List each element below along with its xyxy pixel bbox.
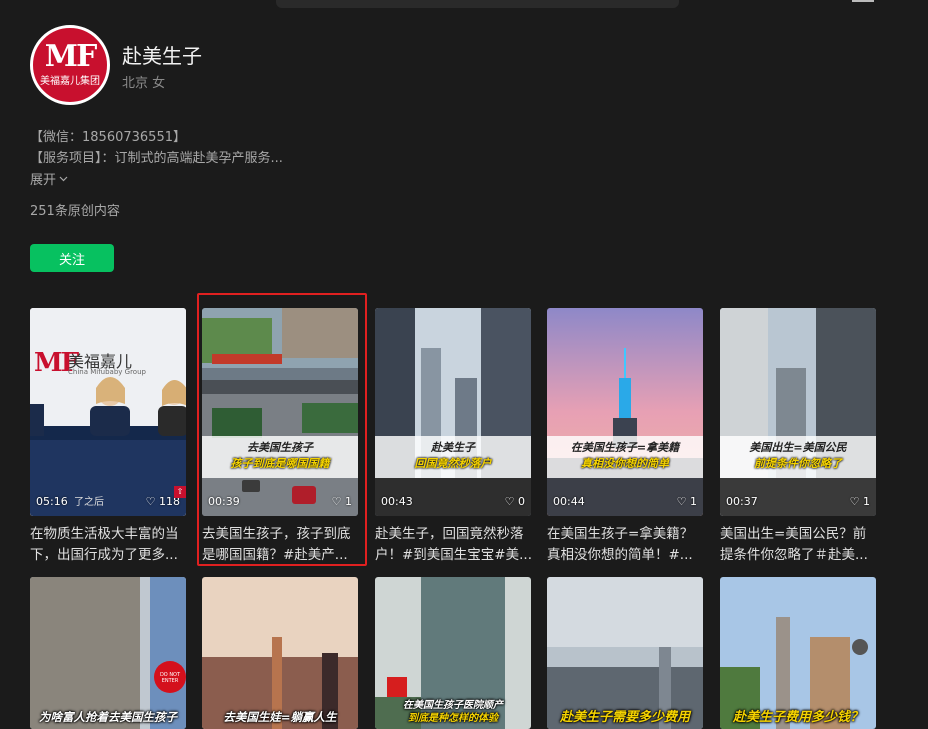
video-caption: 在美国生孩子=拿美籍 真相没你想的简单 [547,436,703,478]
video-likes: ♡ 0 [505,495,525,508]
caption-line1: 美国出生=美国公民 [749,441,847,454]
heart-icon: ♡ [676,495,687,508]
bio-wechat: 【微信：18560736551】 [30,130,186,145]
video-description-line2[interactable]: 下，出国行成为了更多... [30,545,186,566]
heart-icon: ♡ [145,495,156,508]
profile-location-gender: 北京 女 [122,76,166,91]
video-thumbnail[interactable]: 赴美生子需要多少费用 [547,577,703,729]
like-count: 0 [518,495,525,508]
caption-line1: 赴美生子 [431,441,475,454]
video-card[interactable]: 赴美生子 回国竟然秒落户 00:43 ♡ 0 赴美生子，回国竟然秒落 户！#到美… [375,308,531,566]
video-caption: 赴美生子 回国竟然秒落户 [375,436,531,478]
avatar: MF 美福嘉儿集团 [30,25,110,105]
search-bar[interactable] [276,0,679,8]
do-not-enter-sign: DO NOT ENTER [158,672,182,684]
caption-line1: 在美国生孩子=拿美籍 [570,441,680,454]
video-description-line1[interactable]: 赴美生子，回国竟然秒落 [375,524,531,545]
video-thumbnail[interactable]: 在美国生孩子=拿美籍 真相没你想的简单 00:44 ♡ 1 [547,308,703,516]
video-duration: 05:16 [36,495,68,508]
video-card[interactable]: 赴美生子费用多少钱？ [720,577,876,729]
caption-line2: 前提条件你忽略了 [754,457,842,470]
video-caption: 赴美生子需要多少费用 [559,710,690,725]
heart-icon: ♡ [849,495,860,508]
chevron-down-icon [59,176,68,181]
video-thumbnail[interactable]: MF 美福嘉儿 China Mifubaby Group 了之后 05:16 ♡… [30,308,186,516]
video-caption: 为啥富人抢着去美国生孩子 [39,710,177,724]
nyc-skyline-image [202,577,358,729]
share-icon[interactable]: ⇧ [174,486,186,498]
brand-logo-subtext: China Mifubaby Group [68,368,146,376]
caption-line2: 到底是种怎样的体验 [408,713,498,724]
video-description-line2[interactable]: 户！#到美国生宝宝#美... [375,545,531,566]
video-card[interactable]: MF 美福嘉儿 China Mifubaby Group 了之后 05:16 ♡… [30,308,186,566]
caption-line1: 在美国生孩子医院顺产 [403,700,503,711]
video-caption: 在美国生孩子医院顺产 到底是种怎样的体验 [375,699,531,725]
profile-name: 赴美生子 [122,44,202,68]
heart-icon: ♡ [504,495,515,508]
video-card[interactable]: 赴美生子需要多少费用 [547,577,703,729]
video-caption: 去美国生娃=躺赢人生 [223,710,337,724]
video-description-line2[interactable]: 真相没你想的简单！#... [547,545,703,566]
caption-line2: 真相没你想的简单 [581,457,669,470]
expand-label: 展开 [30,173,57,188]
video-card[interactable]: 美国出生=美国公民 前提条件你忽略了 00:37 ♡ 1 美国出生=美国公民？前… [720,308,876,566]
video-description-line1[interactable]: 在美国生孩子=拿美籍？ [547,524,703,545]
follow-button[interactable]: 关注 [30,244,114,272]
video-description-line1[interactable]: 在物质生活极大丰富的当 [30,524,186,545]
video-thumbnail[interactable]: 美国出生=美国公民 前提条件你忽略了 00:37 ♡ 1 [720,308,876,516]
video-card[interactable]: 在美国生孩子医院顺产 到底是种怎样的体验 [375,577,531,729]
menu-icon[interactable] [852,0,874,4]
video-duration: 00:37 [726,495,758,508]
video-description-line2[interactable]: 提条件你忽略了＃赴美... [720,545,876,566]
video-card[interactable]: DO NOT ENTER 为啥富人抢着去美国生孩子 [30,577,186,729]
video-thumbnail[interactable]: 在美国生孩子医院顺产 到底是种怎样的体验 [375,577,531,729]
video-caption: 赴美生子费用多少钱？ [732,710,863,725]
avatar-brand-name: 美福嘉儿集团 [40,76,100,87]
city-street-image [375,308,531,516]
like-count: 1 [690,495,697,508]
video-likes: ♡ 1 [677,495,697,508]
video-thumbnail[interactable]: 赴美生子费用多少钱？ [720,577,876,729]
empire-state-dusk-image [547,308,703,516]
caption-line2: 回国竟然秒落户 [414,457,492,470]
video-card[interactable]: 在美国生孩子=拿美籍 真相没你想的简单 00:44 ♡ 1 在美国生孩子=拿美籍… [547,308,703,566]
video-thumbnail[interactable]: 赴美生子 回国竟然秒落户 00:43 ♡ 0 [375,308,531,516]
sign-line2: ENTER [161,678,179,684]
post-count: 251条原创内容 [30,204,120,219]
overlay-text: 了之后 [74,497,104,508]
skyscrapers-image [720,308,876,516]
bio-service: 【服务项目】：订制式的高端赴美孕产服务... [30,151,283,166]
office-scene-image [30,308,186,516]
video-duration: 00:44 [553,495,585,508]
nyc-building-image [30,577,186,729]
video-card[interactable]: 去美国生娃=躺赢人生 [202,577,358,729]
expand-bio-button[interactable]: 展开 [30,169,68,188]
video-description-line1[interactable]: 美国出生=美国公民？前 [720,524,876,545]
video-duration: 00:43 [381,495,413,508]
like-count: 1 [863,495,870,508]
video-caption: 美国出生=美国公民 前提条件你忽略了 [720,436,876,478]
avatar-logo: MF [44,39,97,74]
video-thumbnail[interactable]: DO NOT ENTER 为啥富人抢着去美国生孩子 [30,577,186,729]
selection-highlight [197,293,367,566]
video-likes: ♡ 1 [850,495,870,508]
video-thumbnail[interactable]: 去美国生娃=躺赢人生 [202,577,358,729]
